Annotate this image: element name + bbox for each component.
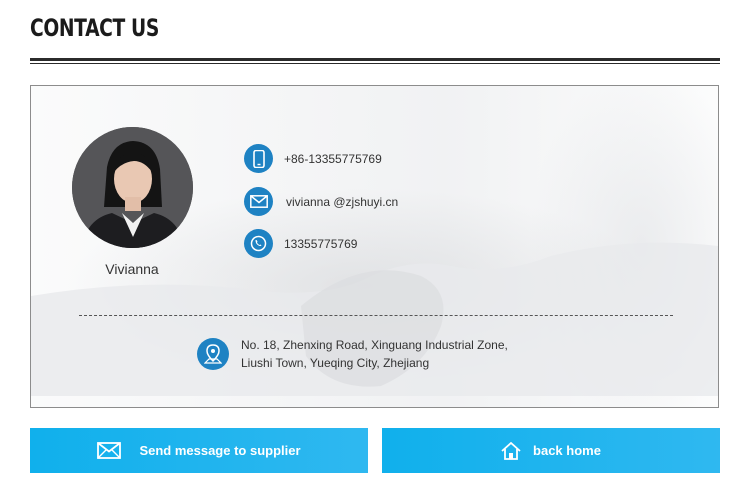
back-home-button[interactable]: back home xyxy=(382,428,720,473)
home-icon xyxy=(501,441,521,460)
dashed-divider xyxy=(79,315,673,316)
email-row: vivianna @zjshuyi.cn xyxy=(244,187,398,216)
address: No. 18, Zhenxing Road, Xinguang Industri… xyxy=(241,336,508,372)
heading-divider-thin xyxy=(30,63,720,64)
contact-card: Vivianna +86-13355775769 vivianna @zjshu… xyxy=(30,85,719,408)
phone-number[interactable]: +86-13355775769 xyxy=(284,152,382,166)
address-line-1: No. 18, Zhenxing Road, Xinguang Industri… xyxy=(241,338,508,352)
envelope-icon xyxy=(244,187,273,216)
send-message-button[interactable]: Send message to supplier xyxy=(30,428,368,473)
map-pin-icon xyxy=(197,338,229,370)
envelope-icon xyxy=(97,442,122,459)
avatar xyxy=(72,127,193,248)
heading-divider xyxy=(30,58,720,61)
contact-person-name: Vivianna xyxy=(105,261,159,277)
email-address[interactable]: vivianna @zjshuyi.cn xyxy=(286,195,398,209)
whatsapp-row: 13355775769 xyxy=(244,229,357,258)
address-line-2: Liushi Town, Yueqing City, Zhejiang xyxy=(241,356,430,370)
handshake-background-image xyxy=(31,242,718,396)
phone-row: +86-13355775769 xyxy=(244,144,382,173)
page-title: CONTACT US xyxy=(30,14,159,42)
whatsapp-icon xyxy=(244,229,273,258)
send-message-label: Send message to supplier xyxy=(139,443,301,458)
whatsapp-number[interactable]: 13355775769 xyxy=(284,237,357,251)
address-row: No. 18, Zhenxing Road, Xinguang Industri… xyxy=(197,336,508,372)
back-home-label: back home xyxy=(533,443,601,458)
mobile-phone-icon xyxy=(244,144,273,173)
